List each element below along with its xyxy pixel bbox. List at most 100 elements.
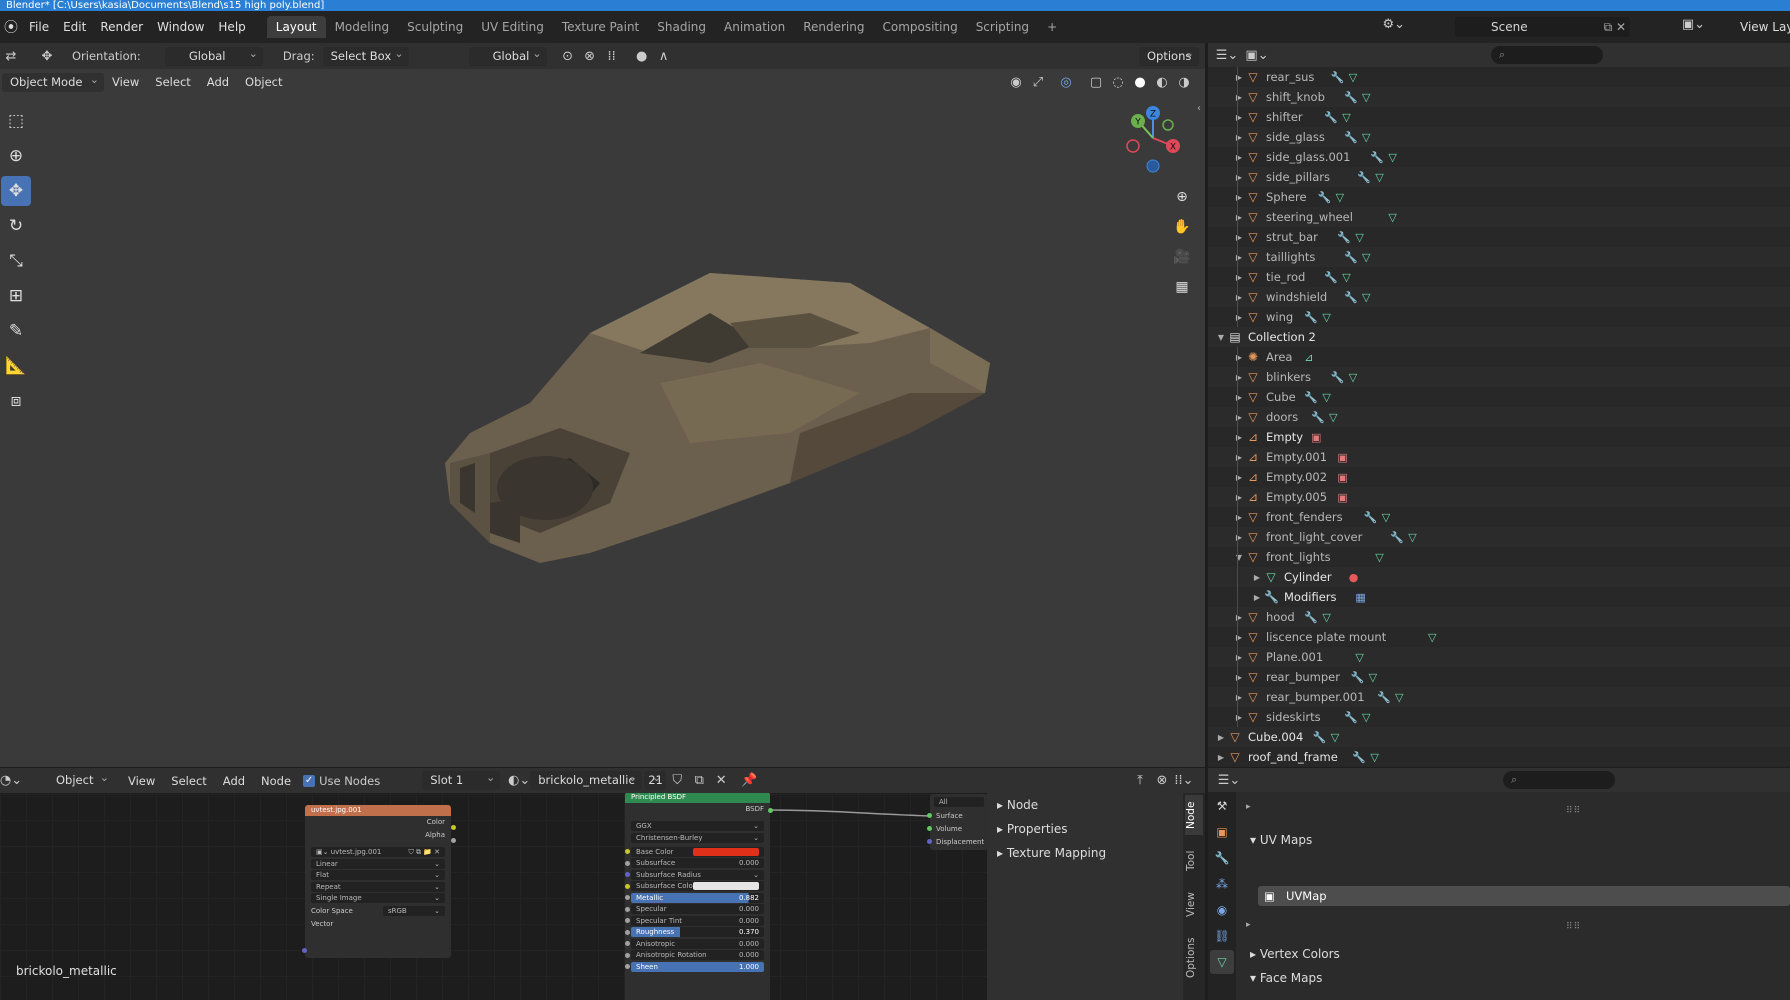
modifier-wrench-icon[interactable]: 🔧 [1313,731,1327,744]
tab-scripting[interactable]: Scripting [967,16,1038,38]
outliner-panel[interactable]: ☰⌄ ▣⌄ ⌕ ▶ ▽ rear_sus 🔧 ▽ ▶ ▽ shift_knob 🔧 ▽ ▶ ▽ shif… [1208,43,1790,767]
outliner-row[interactable]: ▶ ▽ Sphere 🔧 ▽ [1208,187,1790,207]
material-browse-icon[interactable]: ◐⌄ [508,771,530,791]
outliner-collection-row[interactable]: ▼ ▤ Collection 2 [1208,327,1790,347]
outliner-row[interactable]: ▶ 🔧 Modifiers ▦ [1208,587,1790,607]
outliner-row[interactable]: ▶ ⊿ Empty.002 ▣ [1208,467,1790,487]
3d-viewport[interactable]: ⇄ ✥ Orientation: Global Drag: Select Box… [0,43,1205,767]
particles-icon[interactable]: ⁂ [1210,872,1234,896]
material-icon[interactable]: ● [1349,571,1359,584]
modifier-wrench-icon[interactable]: 🔧 [1331,71,1345,84]
interpolation-dropdown[interactable]: Linear ⌄ [311,858,445,869]
sidebar-tab-view[interactable]: View [1185,887,1203,923]
expand-arrow-icon[interactable]: ▶ [1234,273,1244,282]
image-empty-icon[interactable]: ▣ [1337,491,1347,504]
shader-node-editor[interactable]: ◔⌄ Object View Select Add Node ✓ Use Nod… [0,768,1205,1000]
material-name-field[interactable]: brickolo_metallic [530,768,643,790]
tool-tab-icon[interactable]: ⚒ [1210,794,1234,818]
mesh-data-icon[interactable]: ▽ [1369,671,1377,684]
mesh-data-icon[interactable]: ▽ [1331,731,1339,744]
modifier-wrench-icon[interactable]: 🔧 [1304,611,1318,624]
image-texture-node[interactable]: uvtest.jpg.001 Color Alpha ▣⌄ uvtest.jpg… [305,805,451,958]
mesh-data-icon[interactable]: ▽ [1395,691,1403,704]
output-target-dropdown[interactable]: All [934,797,984,807]
drag-handle-icon[interactable]: ⠿⠿ [1566,806,1581,816]
modifier-wrench-icon[interactable]: 🔧 [1344,131,1358,144]
sidebar-tab-options[interactable]: Options [1185,933,1203,983]
modifier-wrench-icon[interactable]: 🔧 [1304,311,1318,324]
outliner-editor-icon[interactable]: ☰⌄ [1216,45,1239,65]
expand-arrow-icon[interactable]: ▶ [1234,453,1244,462]
expand-arrow-icon[interactable]: ▶ [1234,153,1244,162]
wireframe-shading-icon[interactable]: ◌ [1107,72,1129,92]
image-actions-icon[interactable]: ⛉ ⧉ 📁 ✕ [408,847,440,857]
tab-layout[interactable]: Layout [266,16,326,38]
panel-properties[interactable]: ▸ Properties [987,817,1183,841]
modifier-wrench-icon[interactable]: 🔧 [1344,251,1358,264]
outliner-row[interactable]: ▶ ▽ side_pillars 🔧 ▽ [1208,167,1790,187]
mesh-data-icon[interactable]: ▽ [1362,131,1370,144]
uv-map-list-item[interactable]: ▣ UVMap [1258,886,1790,906]
display-mode-icon[interactable]: ▣⌄ [1245,45,1268,65]
overlay-icon[interactable]: ◎ [1055,72,1077,92]
tab-sculpting[interactable]: Sculpting [398,16,472,38]
outliner-row[interactable]: ▶ ▽ rear_bumper 🔧 ▽ [1208,667,1790,687]
bsdf-input-field[interactable]: Anisotropic 0.000 [625,938,764,949]
outliner-search-input[interactable]: ⌕ [1491,46,1603,64]
sidebar-toggle-icon[interactable]: ‹ [1197,103,1201,114]
move-icon[interactable]: ✥ [1,176,31,206]
material-users-count[interactable]: 21 [644,768,667,790]
proportional-editing-icon[interactable]: ● [631,46,653,66]
collapsed-panel-arrow-icon[interactable]: ▸ [1246,802,1251,812]
outliner-row[interactable]: ▶ ▽ liscence plate mount ▽ [1208,627,1790,647]
modifier-wrench-icon[interactable]: 🔧 [1351,671,1365,684]
collapse-arrow-icon[interactable]: ▼ [1234,553,1244,562]
expand-arrow-icon[interactable]: ▶ [1234,233,1244,242]
mesh-data-icon[interactable]: ▽ [1355,231,1363,244]
outliner-row[interactable]: ▶ ✺ Area ⊿ [1208,347,1790,367]
mode-dropdown[interactable]: Object Mode [2,70,104,92]
snap-target-icon[interactable]: ⁞⁞ [601,46,623,66]
mesh-data-icon[interactable]: ▽ [1355,651,1363,664]
outliner-row[interactable]: ▼ ▽ front_lights ▽ [1208,547,1790,567]
add-workspace-button[interactable]: + [1038,16,1066,38]
input-socket[interactable] [625,872,630,877]
section-vertex-colors[interactable]: ▸ Vertex Colors [1238,942,1790,966]
transform-tool-icon[interactable]: ⊞ [1,281,31,311]
mesh-data-icon[interactable]: ▽ [1382,511,1390,524]
sidebar-tab-tool[interactable]: Tool [1185,843,1203,879]
mesh-data-icon[interactable]: ▽ [1349,371,1357,384]
outliner-row[interactable]: ▶ ▽ windshield 🔧 ▽ [1208,287,1790,307]
expand-arrow-icon[interactable]: ▶ [1234,133,1244,142]
menu-view[interactable]: View [120,774,163,788]
outliner-row[interactable]: ▶ ▽ shift_knob 🔧 ▽ [1208,87,1790,107]
input-socket[interactable] [625,895,630,900]
transform-orientation-dropdown[interactable]: Global [468,44,547,66]
expand-arrow-icon[interactable]: ▶ [1234,693,1244,702]
color-swatch[interactable] [693,882,759,890]
mesh-data-icon[interactable]: ▽ [1362,91,1370,104]
collapsed-panel-arrow-icon[interactable]: ▸ [1246,920,1251,930]
principled-bsdf-node[interactable]: Principled BSDF BSDF GGX ⌄ Christensen-Bu… [625,792,770,1000]
bsdf-input-field[interactable]: Base Color [625,846,764,857]
modifier-wrench-icon[interactable]: 🔧 [1377,691,1391,704]
drag-dropdown[interactable]: Select Box [322,44,409,66]
bsdf-input-field[interactable]: Specular Tint 0.000 [625,915,764,926]
menu-render[interactable]: Render [93,11,150,43]
modifier-wrench-icon[interactable]: 🔧 [1210,846,1234,870]
extension-dropdown[interactable]: Repeat ⌄ [311,881,445,892]
input-socket[interactable] [625,929,630,935]
car-body-model[interactable] [430,253,1010,593]
pin-icon[interactable]: 📌 [738,771,760,791]
expand-arrow-icon[interactable]: ▶ [1252,593,1262,602]
measure-icon[interactable]: 📐 [1,351,31,381]
outliner-row[interactable]: ▶ ▽ steering_wheel ▽ [1208,207,1790,227]
outliner-row[interactable]: ▶ ▽ tie_rod 🔧 ▽ [1208,267,1790,287]
pivot-icon[interactable]: ⊙ [557,46,579,66]
modifier-wrench-icon[interactable]: 🔧 [1370,151,1384,164]
modifier-wrench-icon[interactable]: 🔧 [1318,191,1332,204]
zoom-icon[interactable]: ⊕ [1170,185,1194,209]
outliner-row[interactable]: ▶ ▽ hood 🔧 ▽ [1208,607,1790,627]
grid-view-icon[interactable]: ▦ [1170,275,1194,299]
drag-handle-icon[interactable]: ⠿⠿ [1566,922,1581,932]
